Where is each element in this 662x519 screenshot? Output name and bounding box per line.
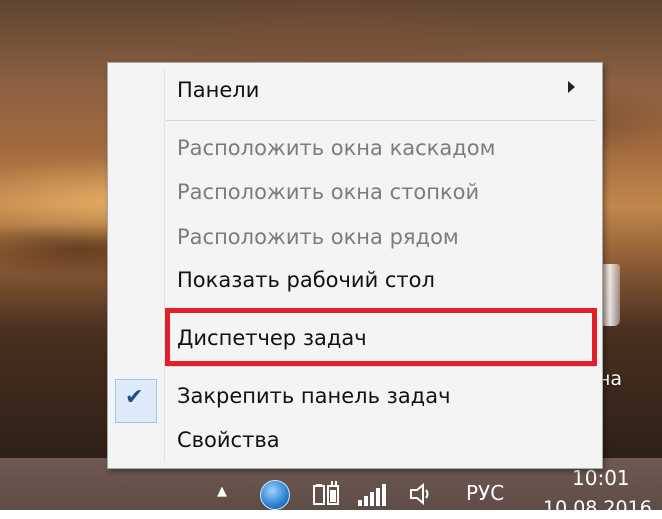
menu-item-lock-taskbar[interactable]: Закрепить панель задач (177, 376, 450, 416)
volume-icon[interactable] (409, 482, 433, 506)
menu-separator (166, 120, 596, 121)
recycle-bin-icon[interactable] (600, 264, 620, 326)
menu-item-properties[interactable]: Свойства (177, 420, 280, 460)
language-indicator[interactable]: РУС (466, 481, 504, 505)
clock-date[interactable]: 10.08.2016 (543, 497, 652, 519)
chevron-up-icon[interactable]: ▲ (217, 484, 227, 499)
menu-item-show-desktop[interactable]: Показать рабочий стол (177, 260, 435, 300)
chevron-right-icon (568, 81, 575, 93)
globe-notification-icon[interactable] (260, 480, 290, 510)
menu-gutter-divider (164, 69, 165, 462)
menu-item-cascade-windows[interactable]: Расположить окна каскадом (177, 128, 495, 168)
menu-item-stack-windows[interactable]: Расположить окна стопкой (177, 172, 479, 212)
taskbar-context-menu: Панели Расположить окна каскадом Располо… (107, 62, 603, 469)
menu-item-toolbars[interactable]: Панели (177, 70, 259, 110)
battery-plug-icon[interactable] (313, 480, 343, 506)
clock-time[interactable]: 10:01 (572, 466, 630, 490)
checkmark-icon: ✔ (125, 385, 144, 410)
menu-separator (166, 366, 596, 367)
signal-bars-icon[interactable] (357, 484, 387, 506)
menu-item-side-by-side-windows[interactable]: Расположить окна рядом (177, 217, 459, 257)
task-manager-highlight-frame (165, 308, 597, 366)
